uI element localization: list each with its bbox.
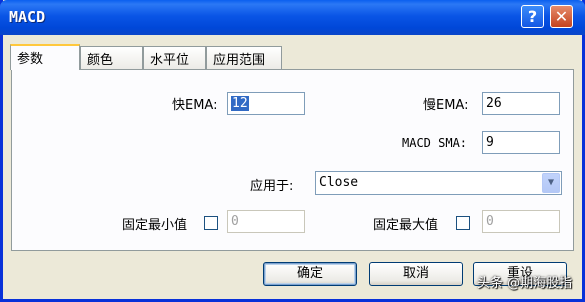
question-icon: ?: [527, 7, 538, 26]
macd-sma-input[interactable]: 9: [482, 131, 560, 154]
apply-to-value: Close: [319, 175, 359, 190]
fixed-min-input[interactable]: 0: [227, 210, 305, 233]
fixed-max-checkbox[interactable]: [456, 216, 470, 230]
fixed-min-label: 固定最小值: [122, 218, 188, 233]
tab-parameters[interactable]: 参数: [10, 44, 80, 70]
apply-to-label: 应用于:: [250, 179, 294, 194]
fast-ema-value: 12: [231, 96, 249, 111]
close-icon: ✕: [554, 7, 569, 26]
slow-ema-label: 慢EMA:: [423, 98, 469, 113]
cancel-button[interactable]: 取消: [369, 262, 463, 286]
tab-visualization[interactable]: 应用范围: [206, 46, 282, 69]
fixed-max-label: 固定最大值: [373, 218, 439, 233]
macd-dialog: MACD ? ✕ 参数 颜色 水平位 应用范围 快EMA: 12 慢EMA: 2…: [0, 0, 585, 302]
watermark-text: 头条 @期海股指: [477, 276, 573, 291]
fixed-min-checkbox[interactable]: [204, 216, 218, 230]
macd-sma-label: MACD SMA:: [402, 136, 468, 150]
ok-button[interactable]: 确定: [263, 262, 357, 286]
fast-ema-input[interactable]: 12: [227, 92, 305, 115]
help-button[interactable]: ?: [521, 5, 544, 28]
close-button[interactable]: ✕: [550, 5, 573, 28]
fast-ema-label: 快EMA:: [172, 98, 218, 113]
title-bar[interactable]: MACD ? ✕: [0, 0, 585, 35]
fixed-max-input[interactable]: 0: [482, 210, 560, 233]
parameters-panel: 快EMA: 12 慢EMA: 26 MACD SMA: 9 应用于: Close…: [11, 69, 574, 251]
window-title: MACD: [9, 8, 46, 26]
slow-ema-input[interactable]: 26: [482, 92, 560, 115]
tab-levels[interactable]: 水平位: [143, 46, 206, 69]
chevron-down-icon[interactable]: ▼: [542, 173, 560, 193]
tab-colors[interactable]: 颜色: [80, 46, 143, 69]
apply-to-select[interactable]: Close ▼: [315, 171, 562, 195]
